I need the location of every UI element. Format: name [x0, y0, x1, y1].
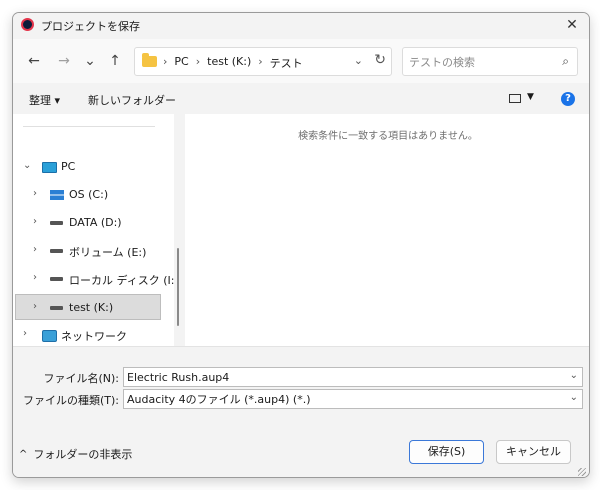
back-arrow-icon[interactable]: ←	[25, 52, 43, 70]
tree-item-label: test (K:)	[69, 301, 114, 314]
chevron-down-icon[interactable]: ⌄	[23, 160, 31, 171]
network-icon	[42, 330, 57, 342]
tree-item-local-disk-i[interactable]: › ローカル ディスク (I:)	[13, 266, 179, 292]
save-button[interactable]: 保存(S)	[409, 440, 484, 464]
refresh-icon[interactable]: ↻	[374, 52, 386, 68]
empty-results-message: 検索条件に一致する項目はありません。	[298, 131, 478, 142]
search-icon[interactable]: ⌕	[562, 54, 569, 69]
chevron-right-icon[interactable]: ›	[23, 328, 27, 339]
hide-folders-toggle[interactable]: ^ フォルダーの非表示	[13, 446, 132, 462]
save-options-panel: ファイル名(N): ⌄ ファイルの種類(T): ⌄ ^ フォルダーの非表示 保存…	[13, 346, 589, 477]
filename-field[interactable]: ⌄	[123, 367, 583, 387]
help-icon[interactable]: ?	[561, 92, 575, 106]
tree-item-network[interactable]: › ネットワーク	[13, 322, 161, 348]
tree-item-os-c[interactable]: › OS (C:)	[13, 182, 161, 208]
title-bar[interactable]: プロジェクトを保存 ✕	[13, 13, 589, 37]
breadcrumb-folder[interactable]: テスト	[270, 55, 303, 71]
resize-grip-icon[interactable]	[578, 468, 586, 476]
pc-icon	[42, 162, 57, 173]
save-project-dialog: プロジェクトを保存 ✕ ← → ⌄ ↑ › PC › test (K:) › テ…	[12, 12, 590, 478]
address-dropdown-icon[interactable]: ⌄	[354, 54, 363, 67]
filetype-select[interactable]: ⌄	[123, 389, 583, 409]
tree-item-label: PC	[61, 160, 76, 173]
cancel-button[interactable]: キャンセル	[496, 440, 571, 464]
search-input[interactable]	[409, 53, 549, 71]
tree-item-volume-e[interactable]: › ボリューム (E:)	[13, 238, 161, 264]
breadcrumb-drive[interactable]: test (K:)	[207, 55, 251, 71]
drive-icon	[50, 306, 63, 310]
tree-item-label: ボリューム (E:)	[69, 246, 147, 259]
tree-item-data-d[interactable]: › DATA (D:)	[13, 210, 161, 236]
chevron-right-icon[interactable]: ›	[33, 272, 37, 283]
address-bar-row: ← → ⌄ ↑ › PC › test (K:) › テスト ⌄ ↻ ⌕	[13, 39, 589, 83]
new-folder-button[interactable]: 新しいフォルダー	[88, 92, 176, 108]
hide-folders-label: フォルダーの非表示	[33, 448, 133, 461]
windows-drive-icon	[50, 190, 64, 200]
chevron-right-icon[interactable]: ›	[33, 188, 37, 199]
search-box[interactable]: ⌕	[402, 47, 578, 76]
chevron-down-icon[interactable]: ⌄	[570, 370, 578, 381]
folder-icon	[142, 53, 157, 67]
close-button[interactable]: ✕	[563, 16, 581, 34]
chevron-down-icon[interactable]: ⌄	[570, 392, 578, 403]
navigation-divider	[23, 126, 155, 127]
drive-icon	[50, 249, 63, 253]
dialog-title: プロジェクトを保存	[41, 20, 140, 33]
breadcrumb-pc[interactable]: PC	[174, 55, 188, 71]
view-mode-icon[interactable]	[509, 94, 521, 103]
tree-item-label: OS (C:)	[69, 188, 109, 201]
view-dropdown-icon[interactable]: ▼	[527, 92, 534, 102]
breadcrumb: › PC › test (K:) › テスト	[163, 55, 303, 71]
breadcrumb-separator-icon: ›	[195, 55, 201, 68]
chevron-right-icon[interactable]: ›	[33, 216, 37, 227]
navigation-pane: ⌄ PC › OS (C:) › DATA (D:) › ボリューム (E:) …	[13, 114, 179, 348]
command-bar: 整理 ▾ 新しいフォルダー ▼ ?	[13, 85, 589, 113]
forward-arrow-icon[interactable]: →	[55, 52, 73, 70]
filetype-value[interactable]	[127, 392, 557, 406]
tree-item-pc[interactable]: ⌄ PC	[13, 154, 161, 180]
filename-label: ファイル名(N):	[43, 372, 119, 385]
filename-input[interactable]	[127, 370, 557, 384]
tree-item-label: DATA (D:)	[69, 216, 122, 229]
scrollbar-thumb[interactable]	[177, 248, 179, 326]
drive-icon	[50, 277, 63, 281]
up-arrow-icon[interactable]: ↑	[106, 52, 124, 70]
tree-item-label: ローカル ディスク (I:)	[69, 274, 179, 287]
filetype-label: ファイルの種類(T):	[22, 394, 119, 407]
breadcrumb-separator-icon: ›	[163, 55, 168, 68]
drive-icon	[50, 221, 63, 225]
chevron-up-icon: ^	[19, 448, 28, 460]
audacity-logo-icon	[21, 18, 34, 31]
breadcrumb-separator-icon: ›	[258, 55, 263, 68]
navigation-scrollbar[interactable]	[174, 114, 184, 346]
tree-item-label: ネットワーク	[61, 330, 127, 343]
chevron-right-icon[interactable]: ›	[33, 301, 37, 312]
tree-item-test-k[interactable]: › test (K:)	[15, 294, 161, 320]
organize-button[interactable]: 整理 ▾	[29, 92, 60, 108]
chevron-right-icon[interactable]: ›	[33, 244, 37, 255]
address-bar[interactable]: › PC › test (K:) › テスト ⌄ ↻	[134, 47, 392, 76]
file-list-pane[interactable]: 検索条件に一致する項目はありません。	[185, 114, 589, 346]
recent-locations-icon[interactable]: ⌄	[81, 52, 99, 70]
